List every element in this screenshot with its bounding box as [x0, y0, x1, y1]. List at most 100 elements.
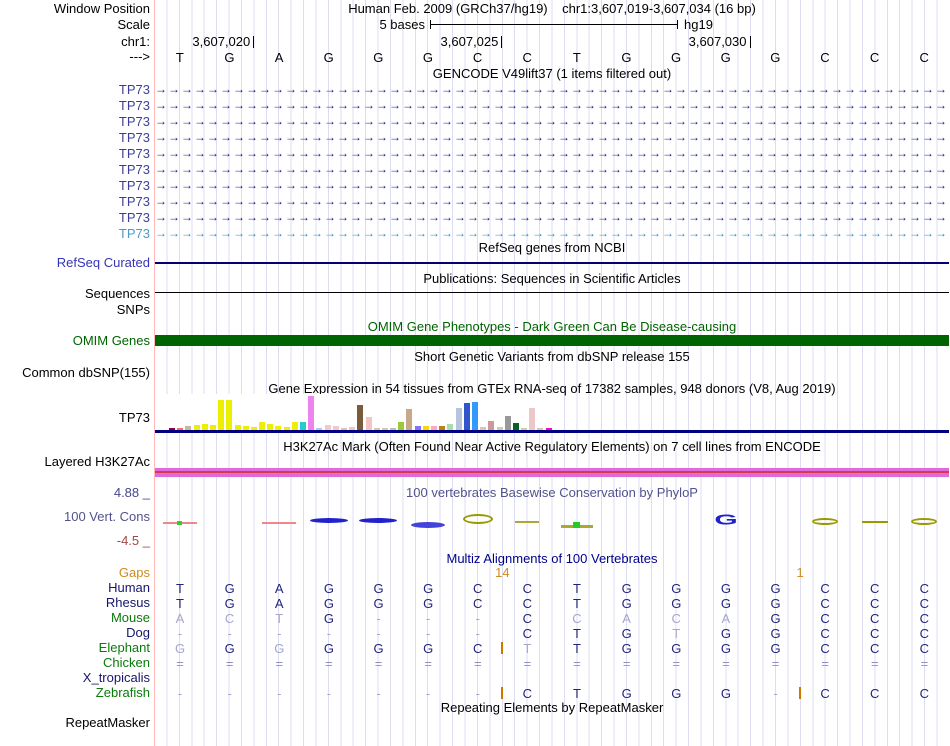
alignment-base: =: [453, 656, 503, 671]
alignment-base: -: [254, 626, 304, 641]
alignment-base: C: [899, 686, 949, 701]
alignment-row-x_tropicalis[interactable]: [155, 671, 949, 686]
gtex-tissue-bar[interactable]: [259, 422, 265, 430]
gtex-tissue-bar[interactable]: [300, 422, 306, 430]
species-label-zebrafish[interactable]: Zebrafish: [0, 686, 150, 700]
alignment-row-elephant[interactable]: GGGGGGCTTGGGGCCC: [155, 641, 949, 656]
alignment-base: C: [800, 626, 850, 641]
alignment-base: C: [800, 686, 850, 701]
multiz-gaps-label[interactable]: Gaps: [0, 566, 150, 580]
alignment-base: -: [354, 611, 404, 626]
alignment-row-human[interactable]: TGAGGGCCTGGGGCCC: [155, 581, 949, 596]
gtex-tissue-bar[interactable]: [218, 400, 224, 430]
gtex-tissue-bar[interactable]: [488, 421, 494, 430]
gencode-transcript-arrows[interactable]: →→→→→→→→→→→→→→→→→→→→→→→→→→→→→→→→→→→→→→→→…: [155, 82, 949, 98]
species-label-elephant[interactable]: Elephant: [0, 641, 150, 655]
species-label-mouse[interactable]: Mouse: [0, 611, 150, 625]
species-label-human[interactable]: Human: [0, 581, 150, 595]
gencode-gene-label[interactable]: TP73: [0, 194, 150, 209]
gtex-tissue-bar[interactable]: [464, 403, 470, 430]
alignment-base: G: [354, 596, 404, 611]
alignment-base: -: [453, 626, 503, 641]
alignment-base: G: [651, 581, 701, 596]
omim-gene-bar[interactable]: [155, 335, 949, 346]
gencode-transcript-arrows[interactable]: →→→→→→→→→→→→→→→→→→→→→→→→→→→→→→→→→→→→→→→→…: [155, 114, 949, 130]
gtex-tissue-bar[interactable]: [513, 423, 519, 430]
species-label-dog[interactable]: Dog: [0, 626, 150, 640]
gtex-gene-label[interactable]: TP73: [0, 411, 150, 425]
snps-label[interactable]: SNPs: [0, 303, 150, 317]
alignment-base: C: [899, 596, 949, 611]
species-label-chicken[interactable]: Chicken: [0, 656, 150, 670]
refseq-curated-label[interactable]: RefSeq Curated: [0, 256, 150, 270]
gtex-tissue-bar[interactable]: [406, 409, 412, 430]
alignment-base: C: [502, 611, 552, 626]
gtex-tissue-bar[interactable]: [357, 405, 363, 430]
gtex-expression-barchart[interactable]: [155, 394, 561, 430]
gap-count: 14: [482, 566, 522, 580]
species-label-rhesus[interactable]: Rhesus: [0, 596, 150, 610]
alignment-base: G: [403, 641, 453, 656]
alignment-base: G: [403, 581, 453, 596]
gencode-gene-label[interactable]: TP73: [0, 226, 150, 241]
gtex-tissue-bar[interactable]: [505, 416, 511, 430]
dbsnp-label[interactable]: Common dbSNP(155): [0, 366, 150, 380]
scale-assembly-label: hg19: [684, 18, 713, 32]
refseq-curated-item[interactable]: [155, 262, 949, 264]
gtex-tissue-bar[interactable]: [398, 422, 404, 430]
gtex-tissue-bar[interactable]: [308, 396, 314, 430]
alignment-base: G: [651, 641, 701, 656]
sequences-item[interactable]: [155, 292, 949, 293]
h3k27ac-label[interactable]: Layered H3K27Ac: [0, 455, 150, 469]
scale-ruler-left-tick: [430, 20, 431, 29]
alignment-base: -: [453, 686, 503, 701]
conservation-wiggle[interactable]: G: [155, 503, 949, 543]
gencode-gene-label[interactable]: TP73: [0, 114, 150, 129]
gtex-tissue-bar[interactable]: [366, 417, 372, 430]
alignment-base: -: [453, 611, 503, 626]
multiz-gaps-row[interactable]: 141: [155, 566, 949, 580]
coordinate-tick: [253, 36, 254, 48]
gtex-tissue-bar[interactable]: [529, 408, 535, 430]
alignment-base: G: [304, 611, 354, 626]
gencode-transcript-arrows[interactable]: →→→→→→→→→→→→→→→→→→→→→→→→→→→→→→→→→→→→→→→→…: [155, 98, 949, 114]
h3k27ac-band-bottom[interactable]: [155, 473, 949, 477]
gencode-transcript-arrows[interactable]: →→→→→→→→→→→→→→→→→→→→→→→→→→→→→→→→→→→→→→→→…: [155, 146, 949, 162]
alignment-row-zebrafish[interactable]: -------CTGGG-CCC: [155, 686, 949, 701]
conservation-logo-dot: [573, 522, 580, 528]
gencode-gene-label[interactable]: TP73: [0, 178, 150, 193]
omim-genes-label[interactable]: OMIM Genes: [0, 334, 150, 348]
gtex-tissue-bar[interactable]: [456, 408, 462, 430]
gencode-transcript-arrows[interactable]: →→→→→→→→→→→→→→→→→→→→→→→→→→→→→→→→→→→→→→→→…: [155, 162, 949, 178]
coordinate-text: 3,607,020: [164, 35, 250, 49]
alignment-row-dog[interactable]: -------CTGTGGCCC: [155, 626, 949, 641]
gencode-gene-label[interactable]: TP73: [0, 146, 150, 161]
alignment-base: -: [403, 686, 453, 701]
gencode-gene-label[interactable]: TP73: [0, 162, 150, 177]
gtex-tissue-bar[interactable]: [292, 422, 298, 430]
gtex-tissue-bar[interactable]: [472, 402, 478, 430]
gencode-gene-label[interactable]: TP73: [0, 98, 150, 113]
alignment-base: -: [403, 611, 453, 626]
coordinate-text: 3,607,030: [661, 35, 747, 49]
species-label-x_tropicalis[interactable]: X_tropicalis: [0, 671, 150, 685]
gencode-gene-label[interactable]: TP73: [0, 210, 150, 225]
gencode-gene-label[interactable]: TP73: [0, 130, 150, 145]
gencode-transcript-arrows[interactable]: →→→→→→→→→→→→→→→→→→→→→→→→→→→→→→→→→→→→→→→→…: [155, 130, 949, 146]
gtex-baseline[interactable]: [155, 430, 949, 433]
base-letter: G: [354, 50, 404, 65]
gencode-transcript-arrows[interactable]: →→→→→→→→→→→→→→→→→→→→→→→→→→→→→→→→→→→→→→→→…: [155, 178, 949, 194]
alignment-base: =: [552, 656, 602, 671]
gencode-gene-label[interactable]: TP73: [0, 82, 150, 97]
gencode-transcript-arrows[interactable]: →→→→→→→→→→→→→→→→→→→→→→→→→→→→→→→→→→→→→→→→…: [155, 194, 949, 210]
conservation-label[interactable]: 100 Vert. Cons: [0, 510, 150, 524]
coordinate-tick: [750, 36, 751, 48]
repeatmasker-label[interactable]: RepeatMasker: [0, 716, 150, 730]
alignment-row-chicken[interactable]: ================: [155, 656, 949, 671]
alignment-row-rhesus[interactable]: TGAGGGCCTGGGGCCC: [155, 596, 949, 611]
alignment-row-mouse[interactable]: ACTG---CCACAGCCC: [155, 611, 949, 626]
alignment-base: T: [552, 641, 602, 656]
sequences-label[interactable]: Sequences: [0, 287, 150, 301]
gencode-transcript-arrows[interactable]: →→→→→→→→→→→→→→→→→→→→→→→→→→→→→→→→→→→→→→→→…: [155, 210, 949, 226]
gtex-tissue-bar[interactable]: [226, 400, 232, 430]
